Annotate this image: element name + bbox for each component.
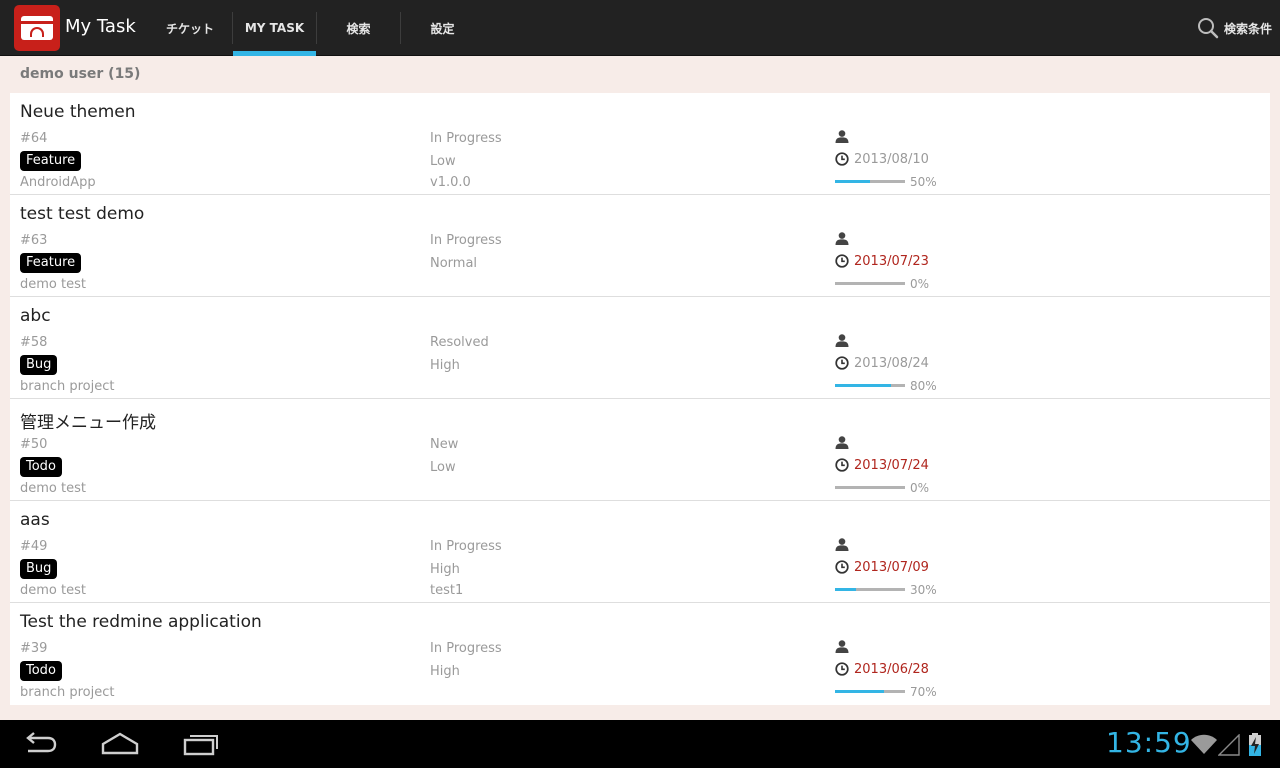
issue-status: Resolved <box>430 335 489 350</box>
issue-title: Test the redmine application <box>20 612 262 632</box>
due-date: 2013/07/09 <box>854 560 929 575</box>
progress-bar-fill <box>835 690 884 693</box>
progress-bar <box>835 486 905 489</box>
progress-bar <box>835 384 905 387</box>
app-title: My Task <box>65 16 136 37</box>
issue-project: AndroidApp <box>20 175 96 190</box>
issue-priority: Normal <box>430 256 478 271</box>
issue-title: Neue themen <box>20 102 136 122</box>
group-header: demo user (15) <box>20 66 141 82</box>
progress-bar-fill <box>835 384 891 387</box>
system-navigation-bar <box>0 720 1280 768</box>
issue-status: In Progress <box>430 131 502 146</box>
issue-priority: High <box>430 562 460 577</box>
due-date: 2013/08/24 <box>854 356 929 371</box>
progress-bar-fill <box>835 180 870 183</box>
tab-tickets[interactable]: チケット <box>150 0 230 56</box>
issue-id: #64 <box>20 131 48 146</box>
issue-title: test test demo <box>20 204 145 224</box>
issue-priority: High <box>430 358 460 373</box>
issue-project: demo test <box>20 481 86 496</box>
progress-bar <box>835 690 905 693</box>
issue-priority: Low <box>430 154 456 169</box>
clock-icon <box>835 356 849 370</box>
progress-percent: 80% <box>910 379 937 393</box>
issue-id: #58 <box>20 335 48 350</box>
issue-row[interactable]: aas #49 Bug demo test In Progress High t… <box>10 501 1270 603</box>
issue-list: Neue themen #64 Feature AndroidApp In Pr… <box>10 93 1270 705</box>
issue-status: In Progress <box>430 539 502 554</box>
issue-row[interactable]: abc #58 Bug branch project Resolved High… <box>10 297 1270 399</box>
user-icon <box>835 130 849 143</box>
tracker-badge: Feature <box>20 253 82 273</box>
progress-bar-fill <box>835 588 856 591</box>
wifi-icon <box>1191 734 1217 754</box>
user-icon <box>835 232 849 245</box>
tracker-badge: Todo <box>20 457 62 477</box>
cell-signal-icon <box>1218 734 1240 756</box>
progress-bar <box>835 588 905 591</box>
due-date: 2013/08/10 <box>854 152 929 167</box>
progress-percent: 0% <box>910 277 930 291</box>
user-icon <box>835 640 849 653</box>
issue-project: demo test <box>20 583 86 598</box>
issue-priority: Low <box>430 460 456 475</box>
clock-icon <box>835 560 849 574</box>
issue-id: #39 <box>20 641 48 656</box>
search-icon[interactable] <box>1197 17 1219 39</box>
progress-bar <box>835 282 905 285</box>
progress-percent: 70% <box>910 685 937 699</box>
tab-search[interactable]: 検索 <box>317 0 400 56</box>
issue-project: demo test <box>20 277 86 292</box>
progress-percent: 50% <box>910 175 937 189</box>
issue-title: aas <box>20 510 50 530</box>
issue-title: 管理メニュー作成 <box>20 413 156 433</box>
tab-settings[interactable]: 設定 <box>401 0 484 56</box>
clock-icon <box>835 152 849 166</box>
progress-bar <box>835 180 905 183</box>
tab-my-task[interactable]: MY TASK <box>233 0 316 56</box>
issue-id: #50 <box>20 437 48 452</box>
issue-row[interactable]: Test the redmine application #39 Todo br… <box>10 603 1270 705</box>
issue-row[interactable]: Neue themen #64 Feature AndroidApp In Pr… <box>10 93 1270 195</box>
issue-row[interactable]: test test demo #63 Feature demo test In … <box>10 195 1270 297</box>
clock-icon <box>835 662 849 676</box>
issue-id: #49 <box>20 539 48 554</box>
redmine-card-icon[interactable] <box>14 5 60 51</box>
due-date: 2013/07/24 <box>854 458 929 473</box>
clock-icon <box>835 458 849 472</box>
status-clock: 13:59 <box>1106 726 1192 759</box>
recent-apps-icon[interactable] <box>182 730 220 758</box>
issue-status: In Progress <box>430 233 502 248</box>
issue-status: In Progress <box>430 641 502 656</box>
tracker-badge: Bug <box>20 559 58 579</box>
issue-status: New <box>430 437 459 452</box>
due-date: 2013/06/28 <box>854 662 929 677</box>
action-bar: My Task チケット MY TASK 検索 設定 検索条件 <box>0 0 1280 56</box>
issue-version: v1.0.0 <box>430 175 471 190</box>
issue-row[interactable]: 管理メニュー作成 #50 Todo demo test New Low 2013… <box>10 399 1270 501</box>
user-icon <box>835 334 849 347</box>
clock-icon <box>835 254 849 268</box>
issue-version: test1 <box>430 583 464 598</box>
user-icon <box>835 538 849 551</box>
progress-percent: 30% <box>910 583 937 597</box>
tracker-badge: Feature <box>20 151 82 171</box>
issue-project: branch project <box>20 685 115 700</box>
issue-project: branch project <box>20 379 115 394</box>
progress-percent: 0% <box>910 481 930 495</box>
issue-title: abc <box>20 306 51 326</box>
issue-priority: High <box>430 664 460 679</box>
issue-id: #63 <box>20 233 48 248</box>
search-conditions-button[interactable]: 検索条件 <box>1224 20 1272 37</box>
user-icon <box>835 436 849 449</box>
home-icon[interactable] <box>100 730 140 758</box>
tracker-badge: Todo <box>20 661 62 681</box>
back-icon[interactable] <box>22 730 58 758</box>
due-date: 2013/07/23 <box>854 254 929 269</box>
tracker-badge: Bug <box>20 355 58 375</box>
battery-charging-icon <box>1249 733 1261 756</box>
